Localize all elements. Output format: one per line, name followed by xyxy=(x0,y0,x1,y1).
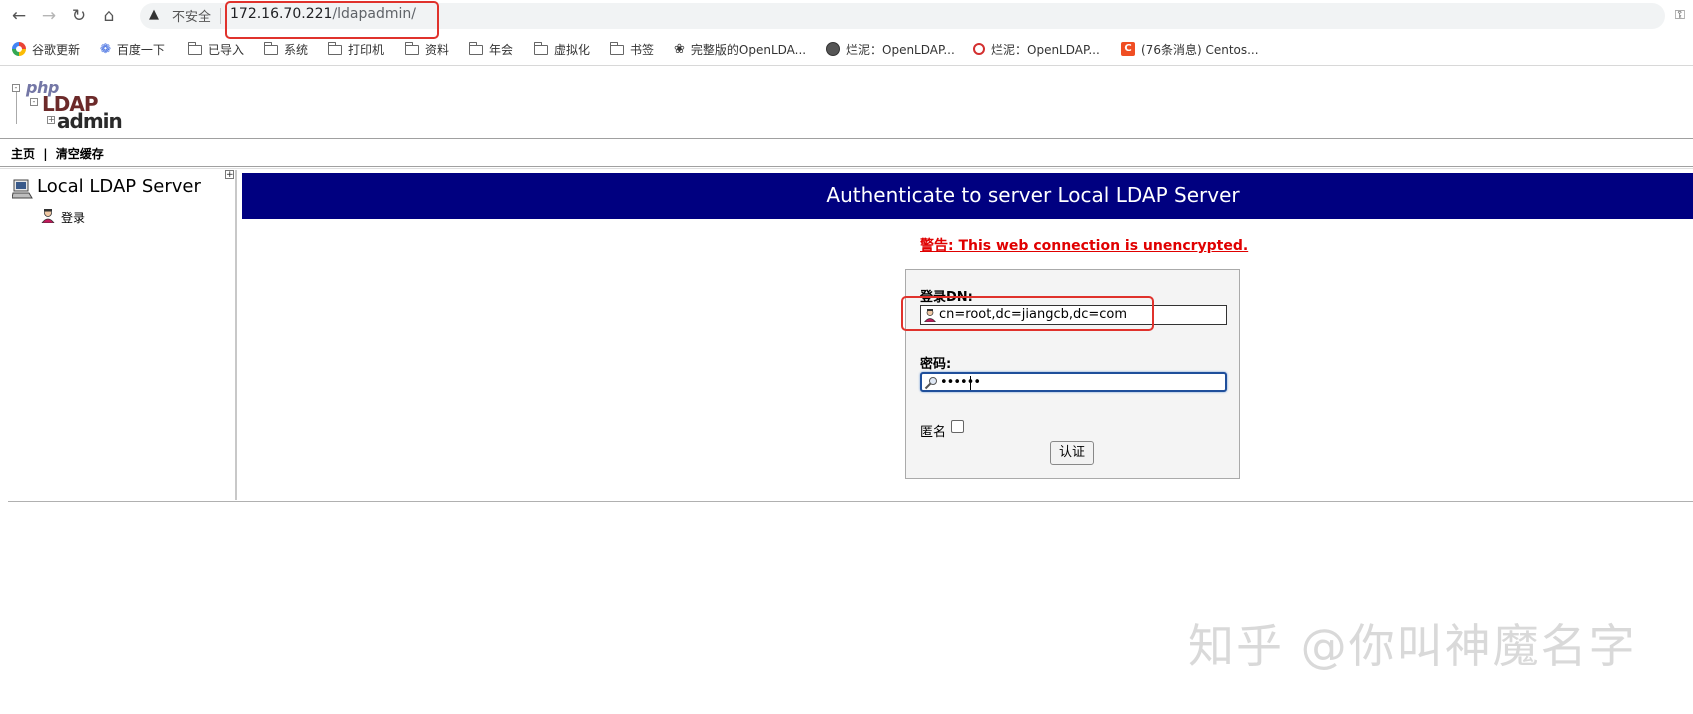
baidu-icon: ❁ xyxy=(100,41,111,57)
menu-divider xyxy=(0,166,1693,167)
anonymous-label: 匿名 xyxy=(920,425,947,440)
bookmark-lanni-openldap-1[interactable]: 烂泥：OpenLDAP... xyxy=(826,40,955,58)
back-icon[interactable]: ← xyxy=(8,5,30,27)
forward-icon[interactable]: → xyxy=(38,5,60,27)
login-link[interactable]: 登录 xyxy=(61,209,85,226)
top-menu: 主页 | 清空缓存 xyxy=(11,145,104,162)
text-cursor xyxy=(970,376,971,390)
tree-expand-icon: + xyxy=(47,115,55,124)
tree-collapse-icon: - xyxy=(12,84,20,92)
folder-icon xyxy=(533,42,548,55)
password-input[interactable]: •••••• xyxy=(920,372,1227,392)
folder-icon xyxy=(468,42,483,55)
reload-icon[interactable]: ↻ xyxy=(68,5,90,27)
unencrypted-warning: 警告: This web connection is unencrypted. xyxy=(920,238,1249,254)
bookmark-folder-imported[interactable]: 已导入 xyxy=(187,40,244,58)
globe-icon xyxy=(826,42,840,56)
home-link[interactable]: 主页 xyxy=(11,147,35,161)
server-name[interactable]: Local LDAP Server xyxy=(37,176,201,197)
bookmark-csdn-centos[interactable]: C (76条消息) Centos... xyxy=(1121,40,1259,58)
bookmark-folder-docs[interactable]: 资料 xyxy=(404,40,449,58)
folder-icon xyxy=(187,42,202,55)
clear-cache-link[interactable]: 清空缓存 xyxy=(56,147,104,161)
header-divider xyxy=(0,138,1693,139)
password-value: •••••• xyxy=(940,375,981,390)
bookmark-lanni-openldap-2[interactable]: 烂泥：OpenLDAP... xyxy=(973,40,1100,58)
authenticate-button[interactable]: 认证 xyxy=(1050,441,1094,465)
chrome-icon xyxy=(12,42,26,56)
url-highlight-annotation xyxy=(225,1,439,39)
insecure-label[interactable]: 不安全 xyxy=(172,6,211,25)
menu-divider-shadow xyxy=(0,168,1693,169)
key-icon[interactable]: ⚿ xyxy=(1675,8,1685,23)
magnifier-key-icon xyxy=(924,377,937,390)
address-separator xyxy=(220,8,221,24)
user-login-icon[interactable] xyxy=(41,208,55,223)
bookmark-baidu[interactable]: ❁ 百度一下 xyxy=(100,40,165,58)
bookmark-chrome-update[interactable]: 谷歌更新 xyxy=(12,40,80,58)
dn-highlight-annotation xyxy=(901,296,1154,331)
logo-admin-text: admin xyxy=(57,109,123,133)
auth-title: Authenticate to server Local LDAP Server xyxy=(826,183,1240,207)
bookmark-folder-bookmarks[interactable]: 书签 xyxy=(609,40,654,58)
auth-title-banner: Authenticate to server Local LDAP Server xyxy=(242,173,1693,219)
bookmark-folder-printer[interactable]: 打印机 xyxy=(327,40,384,58)
browser-toolbar: ← → ↻ ⌂ ▲ 不安全 172.16.70.221/ldapadmin/ ⚿ xyxy=(0,0,1693,39)
bookmark-openldap-full[interactable]: ❀ 完整版的OpenLDA... xyxy=(674,40,806,58)
page-top-divider xyxy=(0,65,1693,66)
bookmark-folder-annual[interactable]: 年会 xyxy=(468,40,513,58)
link-icon: ❀ xyxy=(674,41,685,57)
home-icon[interactable]: ⌂ xyxy=(98,5,120,27)
folder-icon xyxy=(404,42,419,55)
csdn-icon: C xyxy=(1121,42,1135,56)
menu-separator: | xyxy=(43,147,48,161)
bookmark-folder-virtualization[interactable]: 虚拟化 xyxy=(533,40,590,58)
anonymous-checkbox[interactable] xyxy=(951,420,964,433)
phpldapadmin-logo[interactable]: - - + php LDAP admin xyxy=(12,78,123,133)
red-ring-icon xyxy=(973,43,985,55)
zhihu-watermark: 知乎 @你叫神魔名字 xyxy=(1188,619,1637,673)
server-icon xyxy=(12,179,33,199)
bookmark-folder-system[interactable]: 系统 xyxy=(263,40,308,58)
bookmarks-bar: 谷歌更新 ❁ 百度一下 已导入 系统 打印机 资料 年会 虚拟化 书签 ❀ 完整版的… xyxy=(0,36,1693,62)
folder-icon xyxy=(263,42,278,55)
warning-triangle-icon[interactable]: ▲ xyxy=(149,7,159,22)
password-label: 密码: xyxy=(920,357,952,372)
folder-icon xyxy=(327,42,342,55)
tree-expand-button[interactable]: + xyxy=(225,170,234,180)
tree-collapse-icon: - xyxy=(30,98,38,106)
page-bottom-divider xyxy=(8,501,1693,502)
folder-icon xyxy=(609,42,624,55)
